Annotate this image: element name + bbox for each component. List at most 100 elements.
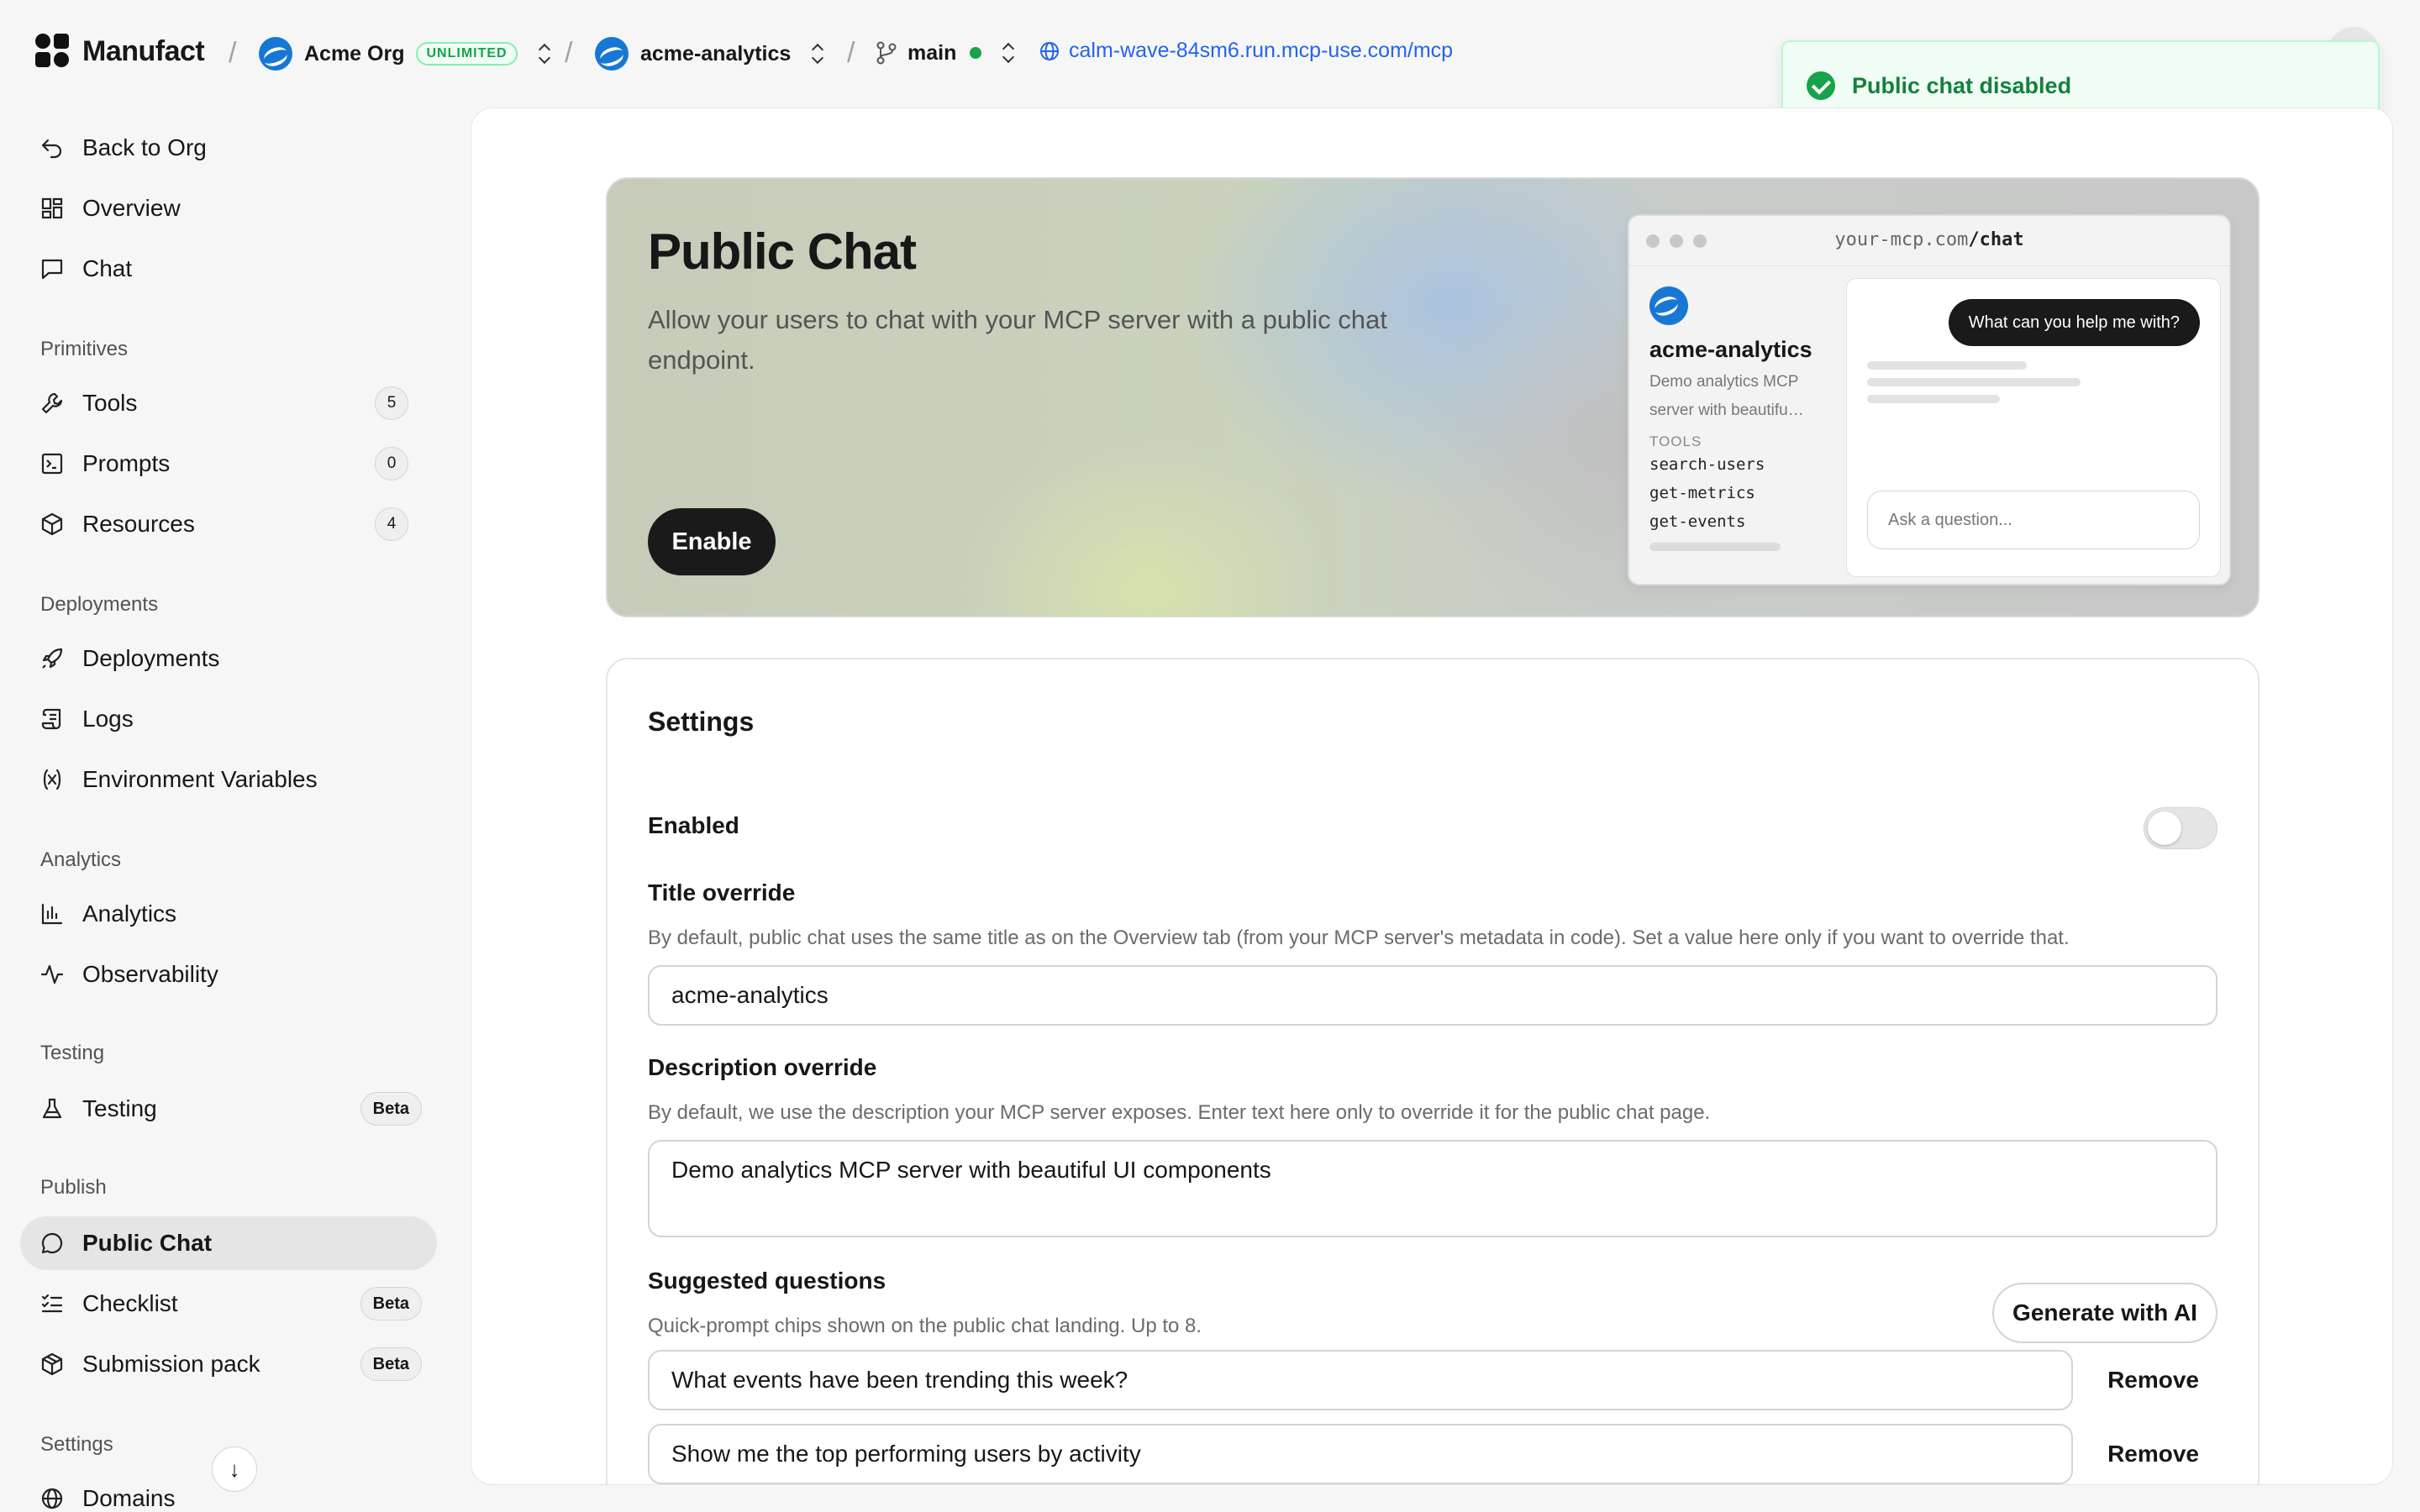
section-heading-settings: Settings [40,1433,113,1456]
manufact-logo-icon [35,34,71,69]
sidebar-item-public-chat[interactable]: Public Chat [20,1216,437,1270]
scroll-icon [39,706,66,732]
sidebar-item-checklist[interactable]: Checklist Beta [20,1277,437,1331]
public-chat-hero: Public Chat Allow your users to chat wit… [606,177,2260,617]
chat-square-icon [39,255,66,282]
scroll-down-button[interactable]: ↓ [212,1446,257,1492]
sidebar-item-label: Back to Org [82,134,207,160]
preview-browser-bar: your-mcp.com/chat [1629,216,2229,266]
placeholder-line [1867,395,2000,403]
sidebar-item-label: Checklist [82,1290,178,1316]
flask-icon [39,1095,66,1122]
preview-chat-pane: What can you help me with? Ask a questio… [1846,278,2221,577]
rocket-icon [39,645,66,672]
endpoint-url: calm-wave-84sm6.run.mcp-use.com/mcp [1069,39,1454,62]
back-arrow-icon [39,134,66,161]
sidebar-item-chat[interactable]: Chat [20,242,437,296]
beta-badge: Beta [360,1092,422,1126]
project-avatar-icon [595,37,629,71]
sidebar-item-back-to-org[interactable]: Back to Org [20,121,437,175]
section-heading-testing: Testing [40,1042,105,1064]
description-override-help: By default, we use the description your … [648,1101,1711,1124]
preview-tool: search-users [1649,455,1765,474]
project-name: acme-analytics [640,41,792,66]
preview-tool: get-events [1649,512,1746,531]
settings-card: Settings Enabled Title override By defau… [606,658,2260,1484]
project-switcher[interactable]: acme-analytics [595,37,824,71]
sidebar-item-tools[interactable]: Tools 5 [20,376,437,430]
activity-icon [39,961,66,988]
wrench-icon [39,390,66,417]
sidebar-item-label: Tools [82,390,138,416]
section-heading-deployments: Deployments [40,593,159,616]
sidebar-item-label: Testing [82,1095,157,1121]
count-badge: 5 [375,386,408,420]
sidebar-item-prompts[interactable]: Prompts 0 [20,437,437,491]
brand[interactable]: Manufact [35,34,205,69]
chevron-updown-icon [1002,42,1015,64]
page-title: Public Chat [648,223,917,280]
count-badge: 4 [375,507,408,541]
preview-server-info: acme-analytics Demo analytics MCP server… [1649,286,1834,551]
suggested-questions-label: Suggested questions [648,1268,886,1294]
remove-question-button[interactable]: Remove [2107,1441,2199,1467]
sidebar-item-label: Chat [82,255,133,281]
enabled-toggle[interactable] [2144,807,2217,849]
enable-button[interactable]: Enable [648,508,776,575]
sidebar-item-label: Public Chat [82,1230,213,1256]
checklist-icon [39,1290,66,1317]
sidebar-item-logs[interactable]: Logs [20,692,437,746]
suggested-question-input[interactable]: What events have been trending this week… [648,1350,2073,1410]
sidebar-item-analytics[interactable]: Analytics [20,887,437,941]
sidebar-item-label: Resources [82,511,195,537]
section-heading-primitives: Primitives [40,338,129,360]
git-branch-icon [876,41,897,65]
globe-icon [39,1485,66,1512]
title-override-input[interactable]: acme-analytics [648,965,2217,1026]
preview-tools-heading: TOOLS [1649,433,1702,449]
generate-with-ai-button[interactable]: Generate with AI [1992,1283,2217,1343]
title-override-help: By default, public chat uses the same ti… [648,927,2070,949]
chevron-updown-icon [538,43,551,65]
page-subtitle: Allow your users to chat with your MCP s… [648,305,1387,375]
preview-tool: get-metrics [1649,484,1755,502]
placeholder-line [1867,361,2027,370]
preview-url: your-mcp.com/chat [1834,229,2024,250]
sidebar-item-testing[interactable]: Testing Beta [20,1082,437,1136]
section-heading-publish: Publish [40,1176,107,1199]
beta-badge: Beta [360,1287,422,1320]
preview-user-bubble: What can you help me with? [1948,299,2200,346]
section-heading-analytics: Analytics [40,848,122,871]
suggested-question-input[interactable]: Show me the top performing users by acti… [648,1424,2073,1484]
sidebar-item-label: Domains [82,1485,176,1511]
sidebar-item-submission-pack[interactable]: Submission pack Beta [20,1337,437,1391]
chevron-updown-icon [811,43,824,65]
sidebar-item-environment-variables[interactable]: Environment Variables [20,753,437,806]
org-switcher[interactable]: Acme Org UNLIMITED [259,37,551,71]
org-name: Acme Org [304,41,405,66]
terminal-icon [39,450,66,477]
sidebar-item-label: Observability [82,961,218,987]
grid-icon [39,195,66,222]
preview-ask-input: Ask a question... [1867,491,2200,549]
sidebar-item-deployments[interactable]: Deployments [20,632,437,685]
plan-badge: UNLIMITED [416,42,518,66]
placeholder-line [1649,543,1781,551]
branch-switcher[interactable]: main [876,40,1015,66]
preview-server-desc: Demo analytics MCP server with beautifu… [1649,373,1804,419]
settings-title: Settings [648,706,755,737]
description-override-textarea[interactable]: Demo analytics MCP server with beautiful… [648,1140,2217,1237]
toast-message: Public chat disabled [1852,72,2072,98]
remove-question-button[interactable]: Remove [2107,1367,2199,1394]
sidebar-item-resources[interactable]: Resources 4 [20,497,437,551]
chat-bubble-icon [39,1230,66,1257]
endpoint-link[interactable]: calm-wave-84sm6.run.mcp-use.com/mcp [1039,39,1453,63]
sidebar-item-label: Environment Variables [82,766,318,792]
sidebar-item-observability[interactable]: Observability [20,948,437,1001]
description-override-label: Description override [648,1054,877,1080]
branch-name: main [908,40,957,65]
org-avatar-icon [259,37,292,71]
variable-icon [39,766,66,793]
sidebar-item-overview[interactable]: Overview [20,181,437,235]
main-panel: Public Chat Allow your users to chat wit… [471,108,2393,1485]
